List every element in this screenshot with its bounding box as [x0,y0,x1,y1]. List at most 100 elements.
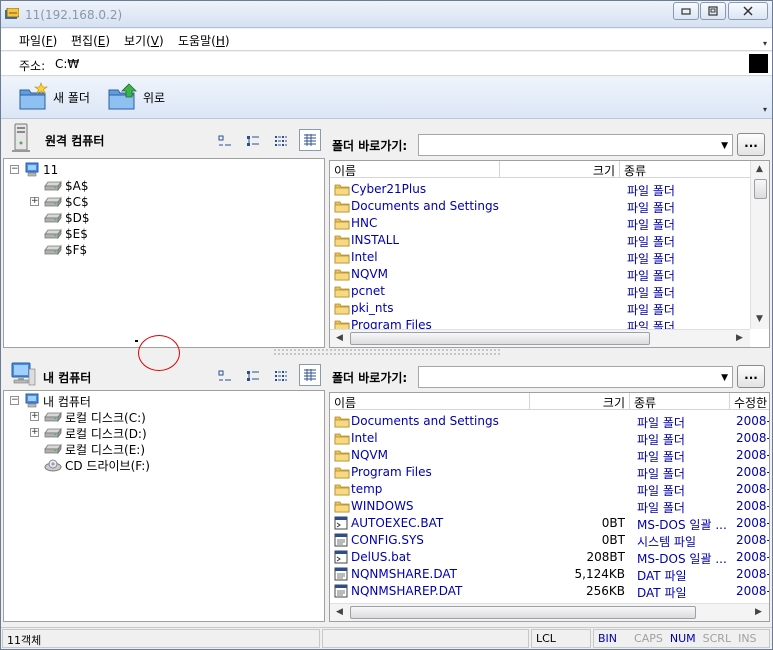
local-file-row[interactable]: NQVM 파일 폴더 2008- [330,447,769,464]
list-view-icon [275,371,287,381]
local-file-list[interactable]: 이름 크기 종류 수정한 Documents and Settings 파일 폴더… [329,392,770,622]
remote-shortcut-combo[interactable]: ▼ [418,134,733,156]
local-file-row[interactable]: AUTOEXEC.BAT 0BT MS-DOS 일괄 ... 2008- [330,515,769,532]
pane-splitter[interactable] [273,348,501,355]
menu-help[interactable]: 도움말(H) [178,32,230,49]
collapse-icon[interactable]: − [10,165,19,174]
local-file-row[interactable]: Program Files 파일 폴더 2008- [330,464,769,481]
local-hscroll-thumb[interactable] [350,606,696,619]
cd-drive-icon-wrapper [44,458,62,472]
expand-icon[interactable]: + [30,412,39,421]
remote-vscroll-thumb[interactable] [754,179,767,199]
remote-tree-node[interactable]: − 11 [10,162,59,178]
local-view-details-button[interactable] [299,364,321,386]
toolbar-overflow-icon[interactable]: ▾ [763,105,767,114]
expand-icon[interactable]: + [30,428,39,437]
remote-file-row[interactable]: Cyber21Plus 파일 폴더 [330,181,750,198]
remote-list-header: 이름 크기 종류 [330,161,752,178]
collapse-icon[interactable]: − [10,396,19,405]
remote-tree-node[interactable]: $E$ [44,226,88,242]
local-file-row[interactable]: NQNMSHARE.DAT 5,124KB DAT 파일 2008- [330,566,769,583]
local-tree-node[interactable]: 로컬 디스크(E:) [44,441,145,457]
local-view-list-button[interactable] [270,365,292,387]
address-go-button[interactable] [749,54,768,73]
address-input[interactable] [50,54,747,74]
folder-icon [334,450,350,462]
remote-file-row[interactable]: NQVM 파일 폴더 [330,266,750,283]
menu-edit[interactable]: 편집(E) [71,32,110,49]
maximize-button[interactable] [700,2,726,20]
local-file-size: 256KB [585,584,625,598]
local-tree-node[interactable]: + 로컬 디스크(C:) [30,409,146,425]
menu-file[interactable]: 파일(F) [19,32,57,49]
remote-view-large-icons-button[interactable] [214,130,236,152]
folder-icon [334,484,350,496]
local-file-row[interactable]: WINDOWS 파일 폴더 2008- [330,498,769,515]
scroll-down-icon[interactable]: ▼ [756,314,763,324]
remote-tree-node[interactable]: $D$ [44,210,90,226]
remote-file-row[interactable]: Intel 파일 폴더 [330,249,750,266]
local-file-row[interactable]: NQNMSHAREP.DAT 256KB DAT 파일 2008- [330,583,769,600]
remote-view-details-button[interactable] [299,129,321,151]
remote-folder-tree[interactable]: − 11 $A$ + $C$ $D$ $E$ $F$ [3,158,325,348]
local-shortcut-combo[interactable]: ▼ [418,366,733,388]
remote-view-list-button[interactable] [270,130,292,152]
close-button[interactable] [728,2,768,20]
local-file-row[interactable]: Documents and Settings 파일 폴더 2008- [330,413,769,430]
remote-list-horizontal-scrollbar[interactable]: ◀ ▶ [330,329,750,347]
local-file-row[interactable]: CONFIG.SYS 0BT 시스템 파일 2008- [330,532,769,549]
minimize-button[interactable] [673,2,699,20]
folder-icon [334,184,350,196]
remote-file-row[interactable]: INSTALL 파일 폴더 [330,232,750,249]
remote-column-name[interactable]: 이름 [330,161,500,178]
local-tree-node[interactable]: − 내 컴퓨터 [10,393,91,409]
local-list-horizontal-scrollbar[interactable]: ◀ ▶ [330,603,769,621]
remote-file-name: Cyber21Plus [351,182,427,196]
local-folder-tree[interactable]: − 내 컴퓨터 + 로컬 디스크(C:) + 로컬 디스크(D:) 로컬 디스크(E:) CD… [3,390,325,622]
remote-file-row[interactable]: pcnet 파일 폴더 [330,283,750,300]
expand-icon[interactable]: + [30,197,39,206]
remote-tree-node[interactable]: + $C$ [30,194,89,210]
menu-view[interactable]: 보기(V) [124,32,164,49]
scroll-up-icon[interactable]: ▲ [756,164,763,174]
local-view-small-icons-button[interactable] [242,365,264,387]
menu-overflow-icon[interactable]: ▾ [763,39,767,48]
remote-file-row[interactable]: HNC 파일 폴더 [330,215,750,232]
remote-shortcut-browse-button[interactable]: ... [737,133,765,156]
title-bar[interactable]: 11(192.168.0.2) [1,1,772,28]
remote-column-kind[interactable]: 종류 [620,161,752,178]
local-file-row[interactable]: DelUS.bat 208BT MS-DOS 일괄 ... 2008- [330,549,769,566]
local-tree-node[interactable]: + 로컬 디스크(D:) [30,425,147,441]
remote-column-size[interactable]: 크기 [500,161,620,178]
remote-file-kind: 파일 폴더 [627,303,675,317]
remote-file-row[interactable]: Documents and Settings 파일 폴더 [330,198,750,215]
local-file-row[interactable]: temp 파일 폴더 2008- [330,481,769,498]
local-column-name[interactable]: 이름 [330,393,530,410]
scroll-left-icon[interactable]: ◀ [336,333,343,343]
local-view-large-icons-button[interactable] [214,365,236,387]
scroll-right-icon[interactable]: ▶ [755,607,762,617]
scroll-left-icon[interactable]: ◀ [336,607,343,617]
remote-file-row[interactable]: pki_nts 파일 폴더 [330,300,750,317]
local-file-name: Program Files [351,465,432,479]
remote-tree-node[interactable]: $F$ [44,242,87,258]
local-tree-node[interactable]: CD 드라이브(F:) [44,457,150,473]
remote-tree-node[interactable]: $A$ [44,178,88,194]
local-file-row[interactable]: Intel 파일 폴더 2008- [330,430,769,447]
remote-list-vertical-scrollbar[interactable]: ▲ ▼ [750,161,769,329]
new-folder-button[interactable]: 새 폴더 [17,81,90,113]
local-column-size[interactable]: 크기 [530,393,630,410]
local-file-modified: 2008- [736,414,769,428]
local-shortcut-browse-button[interactable]: ... [737,365,765,388]
up-button[interactable]: 위로 [107,81,165,113]
local-file-size: 5,124KB [574,567,625,581]
remote-tree-label: 11 [43,163,59,177]
local-tree-label: 로컬 디스크(C:) [65,410,146,425]
remote-hscroll-thumb[interactable] [350,332,650,345]
remote-file-list[interactable]: 이름 크기 종류 Cyber21Plus 파일 폴더 Documents and S… [329,160,770,348]
local-column-kind[interactable]: 종류 [630,393,730,410]
local-column-modified[interactable]: 수정한 [730,393,769,410]
remote-view-small-icons-button[interactable] [242,130,264,152]
scroll-right-icon[interactable]: ▶ [736,333,743,343]
file-icon [334,533,348,547]
